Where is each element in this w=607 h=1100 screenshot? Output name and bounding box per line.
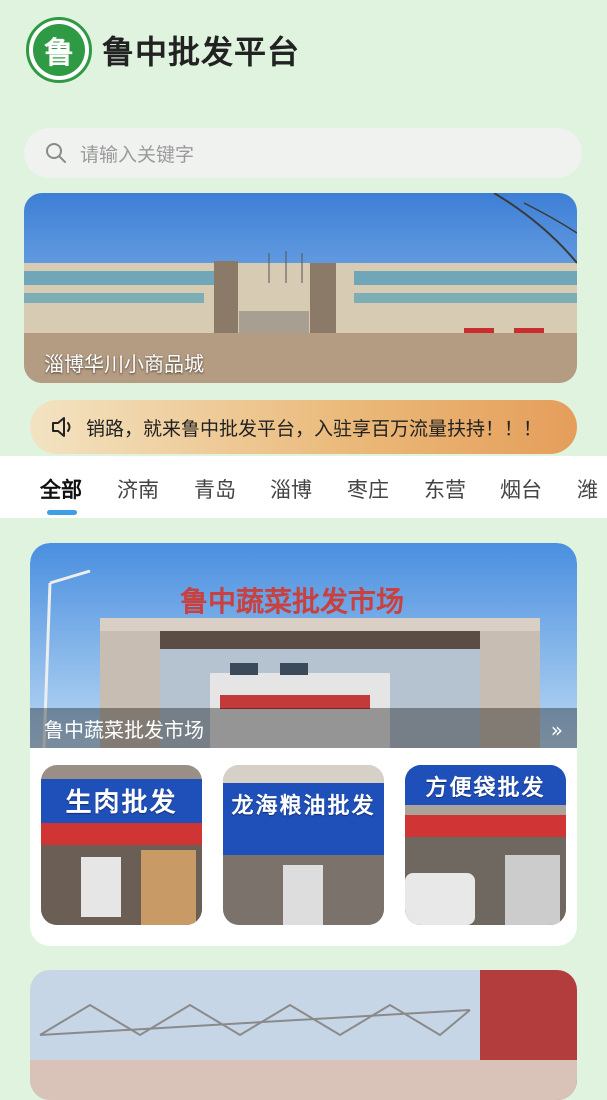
market-card-2-image [30, 970, 577, 1100]
market-card[interactable]: 鲁中蔬菜批发市场 鲁中蔬菜批发市场 » 生肉批发 龙海粮油批发 方便袋批发 [30, 543, 577, 946]
market-hero-image: 鲁中蔬菜批发市场 鲁中蔬菜批发市场 » [30, 543, 577, 748]
market-title-bar: 鲁中蔬菜批发市场 » [30, 708, 577, 748]
banner-carousel[interactable]: 淄博华川小商品城 [24, 193, 577, 383]
speaker-icon [52, 417, 71, 437]
notice-text: 销路，就来鲁中批发平台，入驻享百万流量扶持！！！ [86, 417, 543, 440]
shop-thumbnail-2[interactable]: 龙海粮油批发 [223, 765, 384, 925]
shop-sign-2: 龙海粮油批发 [231, 794, 376, 819]
shop-thumbnail-1[interactable]: 生肉批发 [41, 765, 202, 925]
market-title: 鲁中蔬菜批发市场 [44, 717, 204, 742]
banner-caption: 淄博华川小商品城 [44, 351, 204, 376]
tab-yantai[interactable]: 烟台 [500, 474, 542, 504]
market-card-2[interactable] [30, 970, 577, 1100]
double-chevron-right-icon[interactable]: » [551, 718, 563, 742]
tab-all[interactable]: 全部 [40, 474, 82, 504]
tab-dongying[interactable]: 东营 [424, 474, 466, 504]
shop-sign-3: 方便袋批发 [425, 776, 546, 801]
search-icon [46, 143, 66, 163]
notice-bar[interactable]: 销路，就来鲁中批发平台，入驻享百万流量扶持！！！ [30, 400, 577, 454]
tab-zibo[interactable]: 淄博 [270, 474, 312, 504]
city-tabs: 全部 济南 青岛 淄博 枣庄 东营 烟台 潍 [0, 456, 607, 518]
logo-mark: 鲁 [33, 24, 85, 76]
tab-qingdao[interactable]: 青岛 [194, 474, 236, 504]
tab-jinan[interactable]: 济南 [117, 474, 159, 504]
tab-zaozhuang[interactable]: 枣庄 [347, 474, 389, 504]
app-logo: 鲁 [26, 17, 92, 83]
svg-text:鲁中蔬菜批发市场: 鲁中蔬菜批发市场 [180, 585, 404, 618]
search-placeholder: 请输入关键字 [80, 143, 195, 166]
tab-weifang[interactable]: 潍 [577, 474, 598, 504]
shop-thumbnail-3[interactable]: 方便袋批发 [405, 765, 566, 925]
search-input[interactable]: 请输入关键字 [24, 128, 582, 178]
app-title: 鲁中批发平台 [102, 33, 301, 71]
app-header: 鲁 鲁中批发平台 [26, 16, 300, 84]
shop-sign-1: 生肉批发 [65, 787, 178, 818]
tab-indicator [47, 510, 77, 515]
